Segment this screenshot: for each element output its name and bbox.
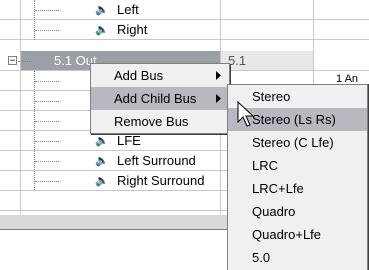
menu-item-label: LRC bbox=[252, 158, 279, 173]
channel-label: Right Surround bbox=[117, 173, 205, 188]
submenu-item-5-0[interactable]: 5.0 bbox=[228, 246, 367, 269]
tree-connector bbox=[35, 161, 59, 162]
tree-connector bbox=[18, 61, 32, 62]
bus-configuration-label: 5.1 bbox=[228, 53, 247, 68]
speaker-icon: 🔈 bbox=[95, 174, 109, 187]
menu-item-label: Add Child Bus bbox=[114, 91, 197, 106]
speaker-icon: 🔈 bbox=[95, 154, 109, 167]
submenu-item-quadro-lfe[interactable]: Quadro+Lfe bbox=[228, 223, 367, 246]
mouse-cursor-icon bbox=[237, 100, 257, 129]
menu-item-label: Stereo (Ls Rs) bbox=[252, 112, 336, 127]
speaker-icon: 🔈 bbox=[95, 23, 109, 36]
tree-connector bbox=[35, 121, 59, 122]
menu-item-remove-bus[interactable]: Remove Bus bbox=[91, 110, 229, 133]
tree-connector bbox=[35, 10, 59, 11]
tree-connector bbox=[35, 101, 59, 102]
tree-connector bbox=[34, 0, 35, 40]
submenu-item-stereo-c-lfe[interactable]: Stereo (C Lfe) bbox=[228, 131, 367, 154]
menu-item-label: Stereo (C Lfe) bbox=[252, 135, 334, 150]
submenu-item-lrc[interactable]: LRC bbox=[228, 154, 367, 177]
speaker-icon: 🔈 bbox=[95, 134, 109, 147]
menu-item-label: Add Bus bbox=[114, 68, 164, 83]
tree-connector bbox=[34, 66, 35, 190]
submenu-item-lrc-lfe[interactable]: LRC+Lfe bbox=[228, 177, 367, 200]
context-menu: Add Bus Add Child Bus Remove Bus bbox=[90, 63, 230, 134]
column-divider bbox=[20, 0, 21, 214]
speaker-icon: 🔈 bbox=[95, 3, 109, 16]
menu-item-label: Remove Bus bbox=[114, 114, 189, 129]
menu-item-label: Quadro+Lfe bbox=[252, 227, 322, 242]
submenu-item-quadro[interactable]: Quadro bbox=[228, 200, 367, 223]
menu-item-label: LRC+Lfe bbox=[252, 181, 304, 196]
tree-connector bbox=[35, 81, 59, 82]
menu-item-add-bus[interactable]: Add Bus bbox=[91, 64, 229, 87]
channel-label: Left bbox=[117, 2, 139, 17]
tree-connector bbox=[35, 30, 59, 31]
tree-connector bbox=[35, 141, 59, 142]
menu-item-add-child-bus[interactable]: Add Child Bus bbox=[91, 87, 229, 110]
channel-label: Right bbox=[117, 22, 148, 37]
tree-connector bbox=[35, 181, 59, 182]
menu-item-label: Stereo bbox=[252, 89, 291, 104]
collapse-expander-icon[interactable]: − bbox=[8, 56, 17, 66]
menu-item-label: 5.0 bbox=[252, 250, 271, 265]
channel-label: Left Surround bbox=[117, 153, 196, 168]
menu-item-label: Quadro bbox=[252, 204, 296, 219]
